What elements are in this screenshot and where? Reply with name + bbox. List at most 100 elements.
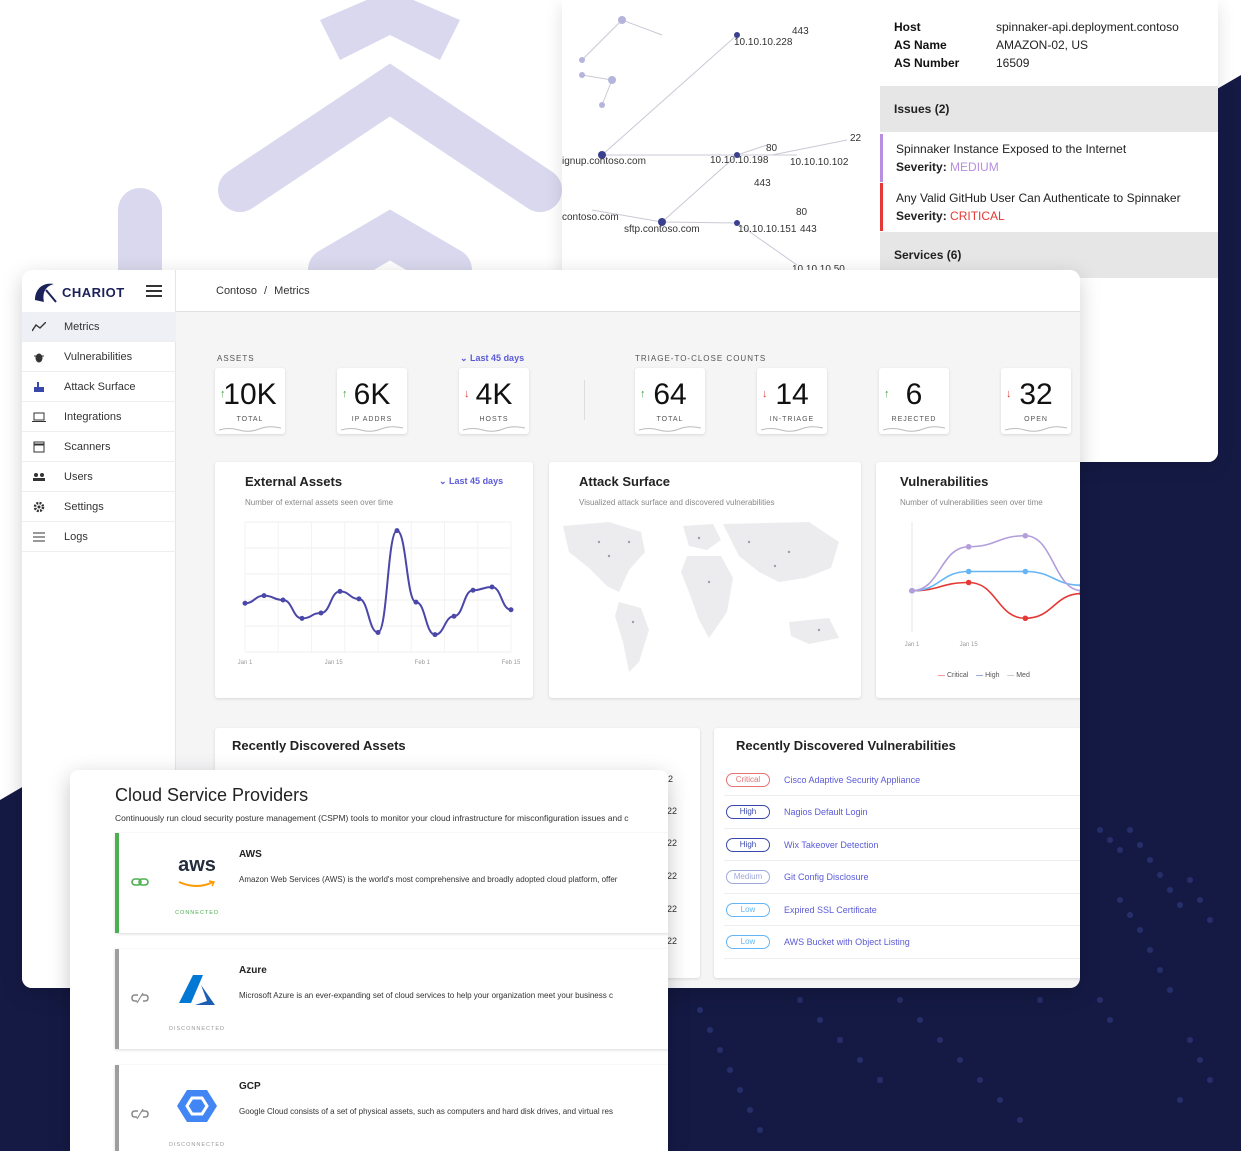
provider-name: AWS	[239, 849, 262, 860]
menu-toggle-icon[interactable]	[146, 285, 162, 297]
sparkline	[761, 426, 823, 432]
x-tick-label: Jan 15	[325, 660, 344, 666]
data-point[interactable]	[965, 579, 972, 586]
vulnerability-name[interactable]: Wix Takeover Detection	[784, 840, 878, 850]
data-point[interactable]	[451, 613, 457, 619]
link-icon[interactable]	[131, 875, 149, 889]
sidebar-item-scanners[interactable]: Scanners	[22, 432, 176, 462]
vulnerability-row[interactable]: Low Expired SSL Certificate	[724, 894, 1080, 926]
stat-card[interactable]: ↓ 14 IN-TRIAGE	[757, 368, 827, 434]
data-point[interactable]	[965, 568, 972, 575]
stat-card[interactable]: ↓ 4K HOSTS	[459, 368, 529, 434]
panel-title: Cloud Service Providers	[115, 785, 309, 805]
stat-card[interactable]: ↑ 6K IP ADDRS	[337, 368, 407, 434]
vulnerability-name[interactable]: AWS Bucket with Object Listing	[784, 937, 910, 947]
issue-item[interactable]: Spinnaker Instance Exposed to the Intern…	[880, 134, 1218, 182]
stat-card[interactable]: ↑ 64 TOTAL	[635, 368, 705, 434]
data-point[interactable]	[394, 528, 400, 534]
data-point[interactable]	[432, 632, 438, 638]
sidebar-item-metrics[interactable]: Metrics	[22, 312, 176, 342]
provider-description: Google Cloud consists of a set of physic…	[239, 1107, 613, 1116]
sidebar-item-vulnerabilities[interactable]: Vulnerabilities	[22, 342, 176, 372]
x-tick-label: Feb 1	[415, 660, 431, 666]
provider-card-azure[interactable]: DISCONNECTED Azure Microsoft Azure is an…	[115, 949, 668, 1049]
data-point[interactable]	[1079, 582, 1080, 588]
status-stripe	[115, 949, 119, 1049]
sidebar-item-label: Metrics	[64, 320, 100, 333]
data-point[interactable]	[337, 588, 343, 594]
connection-status: DISCONNECTED	[168, 1026, 225, 1032]
issue-title: Spinnaker Instance Exposed to the Intern…	[896, 142, 1127, 156]
metrics-icon	[32, 320, 46, 334]
chariot-logo[interactable]: CHARIOT	[32, 278, 125, 306]
bug-icon	[32, 350, 46, 364]
stat-card[interactable]: ↓ 32 OPEN	[1001, 368, 1071, 434]
vulnerability-row[interactable]: High Nagios Default Login	[724, 797, 1080, 829]
data-point[interactable]	[489, 584, 495, 590]
vulnerability-name[interactable]: Expired SSL Certificate	[784, 905, 877, 915]
status-stripe	[115, 1065, 119, 1151]
data-point[interactable]	[508, 607, 514, 613]
card-title: Recently Discovered Assets	[232, 738, 406, 753]
issue-item[interactable]: Any Valid GitHub User Can Authenticate t…	[880, 183, 1218, 231]
graph-label: 80	[796, 207, 808, 218]
graph-label: 443	[754, 178, 771, 189]
stat-value: 6K	[353, 378, 391, 411]
broken-link-icon[interactable]	[131, 1107, 149, 1121]
asset-date: 22	[667, 871, 678, 881]
data-point[interactable]	[1022, 615, 1029, 622]
vulnerability-name[interactable]: Cisco Adaptive Security Appliance	[784, 775, 920, 785]
chart-legend: — Critical — High — Med	[938, 672, 1030, 679]
data-point[interactable]	[261, 593, 267, 599]
sidebar-item-label: Attack Surface	[64, 380, 136, 393]
stat-label: TOTAL	[656, 416, 684, 423]
data-point[interactable]	[470, 587, 476, 593]
data-point[interactable]	[299, 615, 305, 621]
data-point[interactable]	[1022, 568, 1029, 575]
data-point[interactable]	[318, 610, 324, 616]
stat-label: IP ADDRS	[351, 416, 393, 423]
sidebar-item-attack-surface[interactable]: Attack Surface	[22, 372, 176, 402]
vulnerability-name[interactable]: Git Config Disclosure	[784, 872, 869, 882]
data-point[interactable]	[242, 600, 248, 606]
laptop-icon	[32, 410, 46, 424]
sidebar-item-settings[interactable]: Settings	[22, 492, 176, 522]
window-icon	[32, 440, 46, 454]
data-point[interactable]	[280, 597, 286, 603]
stat-card[interactable]: ↑ 10K TOTAL	[215, 368, 285, 434]
data-point[interactable]	[965, 543, 972, 550]
assets-range-selector[interactable]: ⌄ Last 45 days	[460, 353, 524, 364]
sidebar-item-integrations[interactable]: Integrations	[22, 402, 176, 432]
sidebar-item-label: Vulnerabilities	[64, 350, 133, 363]
vulnerability-row[interactable]: High Wix Takeover Detection	[724, 829, 1080, 861]
graph-label: 10.10.10.151	[738, 224, 797, 235]
panel-description: Continuously run cloud security posture …	[115, 813, 629, 823]
breadcrumb-org[interactable]: Contoso	[216, 285, 257, 297]
sidebar-item-users[interactable]: Users	[22, 462, 176, 492]
provider-card-aws[interactable]: aws CONNECTED AWS Amazon Web Services (A…	[115, 833, 668, 933]
host-value: spinnaker-api.deployment.contoso	[996, 20, 1179, 34]
data-point[interactable]	[909, 587, 915, 594]
vulnerability-row[interactable]: Critical Cisco Adaptive Security Applianc…	[724, 764, 1080, 796]
data-point[interactable]	[375, 630, 381, 635]
data-point[interactable]	[1022, 532, 1029, 539]
legend-med: Med	[1016, 672, 1030, 679]
stat-card[interactable]: ↑ 6 REJECTED	[879, 368, 949, 434]
provider-card-gcp[interactable]: DISCONNECTED GCP Google Cloud consists o…	[115, 1065, 668, 1151]
graph-label: 80	[766, 143, 778, 154]
vulnerability-name[interactable]: Nagios Default Login	[784, 807, 868, 817]
vulnerability-row[interactable]: Medium Git Config Disclosure	[724, 862, 1080, 894]
broken-link-icon[interactable]	[131, 991, 149, 1005]
issue-severity: Severity: MEDIUM	[896, 160, 999, 174]
sidebar-item-logs[interactable]: Logs	[22, 522, 176, 552]
vulnerability-row[interactable]: Low AWS Bucket with Object Listing	[724, 927, 1080, 959]
sparkline	[463, 426, 525, 432]
data-point[interactable]	[413, 599, 419, 605]
stat-label: OPEN	[1024, 416, 1048, 423]
data-point[interactable]	[356, 596, 362, 602]
sidebar-item-label: Scanners	[64, 440, 111, 453]
severity-bar	[880, 134, 883, 182]
asset-date: 22	[667, 936, 678, 946]
issues-header[interactable]: Issues (2)	[880, 86, 1218, 132]
sidebar-item-label: Integrations	[64, 410, 122, 423]
